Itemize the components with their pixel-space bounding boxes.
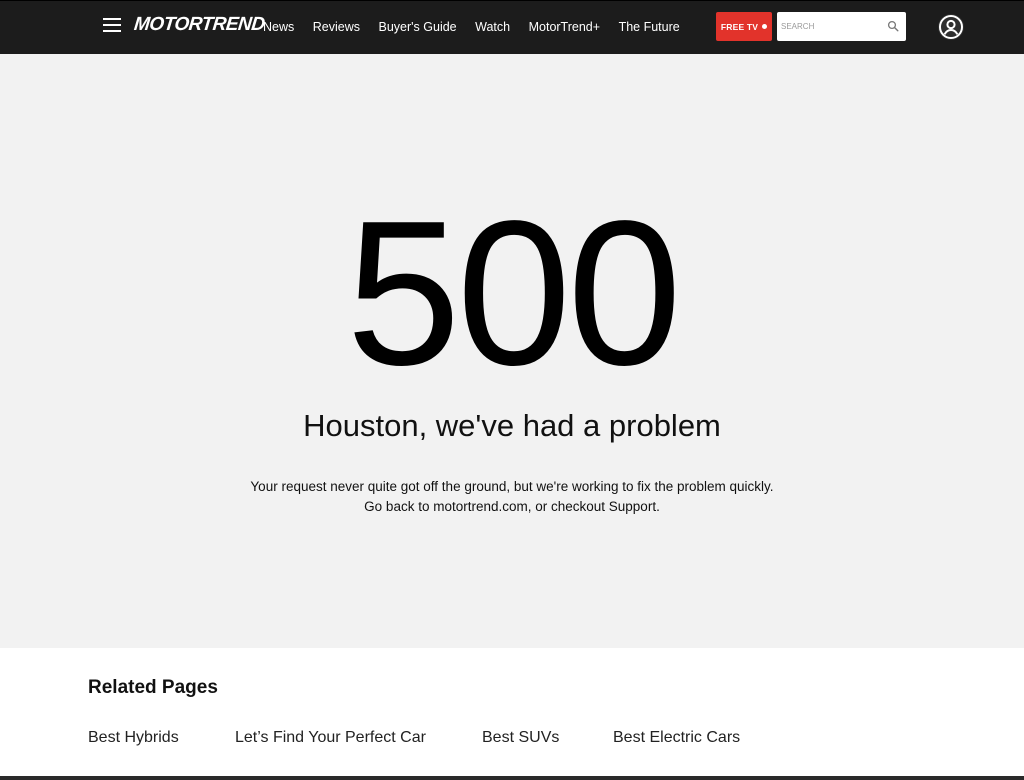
nav-motortrend-plus[interactable]: MotorTrend+ bbox=[529, 1, 600, 53]
nav-reviews[interactable]: Reviews bbox=[313, 1, 360, 53]
footer-divider bbox=[0, 776, 1024, 780]
motortrend-logo[interactable]: MOTORTREND bbox=[133, 14, 266, 36]
nav-the-future[interactable]: The Future bbox=[619, 1, 680, 53]
main-nav: News Reviews Buyer's Guide Watch MotorTr… bbox=[263, 1, 698, 53]
error-code: 500 bbox=[346, 178, 682, 408]
error-message-line-1: Your request never quite got off the gro… bbox=[250, 479, 774, 494]
nav-news[interactable]: News bbox=[263, 1, 294, 53]
error-message: Your request never quite got off the gro… bbox=[0, 477, 1024, 517]
site-header: MOTORTREND News Reviews Buyer's Guide Wa… bbox=[0, 0, 1024, 54]
error-hero: 500 Houston, we've had a problem Your re… bbox=[0, 54, 1024, 648]
nav-watch[interactable]: Watch bbox=[475, 1, 510, 53]
related-link-find-your-perfect-car[interactable]: Let’s Find Your Perfect Car bbox=[235, 727, 426, 749]
menu-icon[interactable] bbox=[103, 18, 121, 32]
account-icon[interactable] bbox=[937, 13, 965, 41]
related-link-best-hybrids[interactable]: Best Hybrids bbox=[88, 727, 179, 749]
error-message-line-2[interactable]: Go back to motortrend.com, or checkout S… bbox=[0, 497, 1024, 517]
related-pages-title: Related Pages bbox=[88, 677, 218, 698]
error-title: Houston, we've had a problem bbox=[303, 408, 721, 443]
search-input[interactable] bbox=[781, 12, 881, 41]
free-tv-label: FREE TV bbox=[720, 21, 759, 32]
search-icon[interactable] bbox=[887, 20, 899, 32]
free-tv-button[interactable]: FREE TV bbox=[716, 12, 772, 41]
related-link-best-suvs[interactable]: Best SUVs bbox=[482, 727, 559, 749]
live-dot-icon bbox=[762, 24, 768, 29]
related-link-best-electric-cars[interactable]: Best Electric Cars bbox=[613, 727, 740, 749]
search-box bbox=[777, 12, 906, 41]
nav-buyers-guide[interactable]: Buyer's Guide bbox=[379, 1, 457, 53]
